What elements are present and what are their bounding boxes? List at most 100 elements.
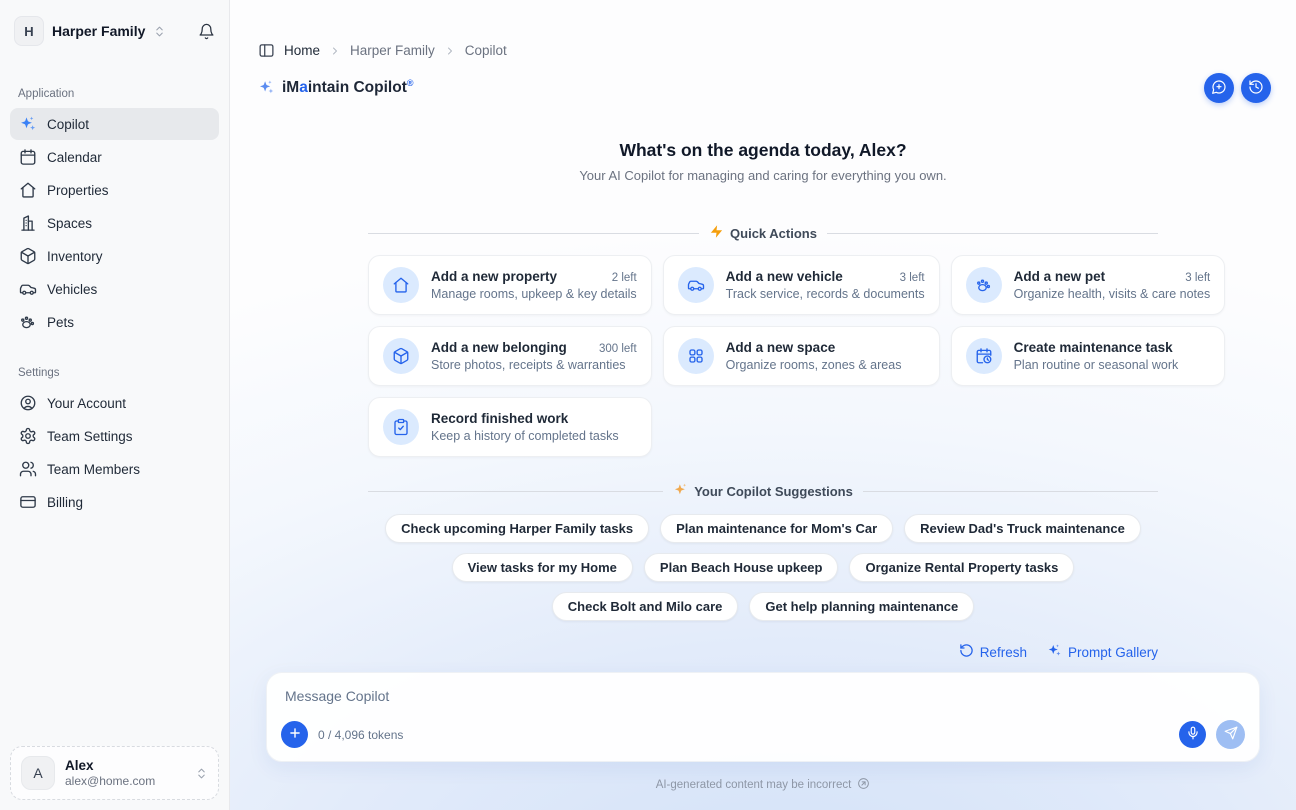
credit-card-icon (19, 493, 37, 511)
history-icon (1248, 79, 1264, 98)
suggestion-pills: Check upcoming Harper Family tasks Plan … (368, 514, 1158, 621)
workspace-switcher[interactable]: H Harper Family (10, 14, 219, 48)
car-icon (19, 280, 37, 298)
card-title: Add a new vehicle (726, 269, 843, 284)
suggestion-pill[interactable]: View tasks for my Home (452, 553, 633, 582)
users-icon (19, 460, 37, 478)
card-add-space[interactable]: Add a new space Organize rooms, zones & … (663, 326, 940, 386)
title-part: intain Copilot (308, 80, 407, 97)
sidebar-item-calendar[interactable]: Calendar (10, 141, 219, 173)
calendar-clock-icon (966, 338, 1002, 374)
user-circle-icon (19, 394, 37, 412)
history-button[interactable] (1241, 73, 1271, 103)
sidebar-item-pets[interactable]: Pets (10, 306, 219, 338)
building-icon (19, 214, 37, 232)
card-subtitle: Track service, records & documents (726, 287, 925, 301)
disclaimer-text: AI-generated content may be incorrect (656, 779, 852, 791)
arrow-up-right-circle-icon[interactable] (857, 777, 870, 793)
sidebar-item-label: Spaces (47, 216, 92, 231)
bell-icon[interactable] (198, 23, 215, 40)
send-button[interactable] (1216, 720, 1245, 749)
breadcrumb-current: Copilot (465, 43, 507, 58)
card-subtitle: Organize health, visits & care notes (1014, 287, 1211, 301)
home-icon (19, 181, 37, 199)
sidebar-item-copilot[interactable]: Copilot (10, 108, 219, 140)
quick-action-cards: Add a new property2 left Manage rooms, u… (368, 255, 1158, 457)
page-title: iMaintain Copilot® (258, 78, 414, 97)
card-title: Add a new pet (1014, 269, 1106, 284)
card-subtitle: Keep a history of completed tasks (431, 429, 637, 443)
car-icon (678, 267, 714, 303)
sidebar-nav: Application Copilot Calendar Properties … (10, 78, 219, 519)
refresh-button[interactable]: Refresh (959, 643, 1027, 661)
paw-icon (19, 313, 37, 331)
card-add-pet[interactable]: Add a new pet 3 left Organize health, vis… (951, 255, 1226, 315)
card-title: Add a new belonging (431, 340, 567, 355)
suggestion-pill[interactable]: Review Dad's Truck maintenance (904, 514, 1141, 543)
breadcrumb-workspace[interactable]: Harper Family (350, 43, 435, 58)
user-avatar: A (21, 756, 55, 790)
card-add-property[interactable]: Add a new property2 left Manage rooms, u… (368, 255, 652, 315)
card-add-belonging[interactable]: Add a new belonging300 left Store photos… (368, 326, 652, 386)
sidebar-item-team-members[interactable]: Team Members (10, 453, 219, 485)
mic-button[interactable] (1179, 721, 1206, 748)
quick-actions-title: Quick Actions (730, 226, 817, 241)
card-title: Create maintenance task (1014, 340, 1173, 355)
suggestion-pill[interactable]: Plan maintenance for Mom's Car (660, 514, 893, 543)
sidebar-item-properties[interactable]: Properties (10, 174, 219, 206)
sidebar-item-your-account[interactable]: Your Account (10, 387, 219, 419)
sidebar-item-label: Calendar (47, 150, 102, 165)
sidebar-item-team-settings[interactable]: Team Settings (10, 420, 219, 452)
card-create-maintenance-task[interactable]: Create maintenance task Plan routine or … (951, 326, 1226, 386)
mic-icon (1186, 726, 1200, 743)
sidebar-item-vehicles[interactable]: Vehicles (10, 273, 219, 305)
sidebar-item-spaces[interactable]: Spaces (10, 207, 219, 239)
refresh-icon (959, 643, 974, 661)
refresh-label: Refresh (980, 645, 1027, 660)
package-icon (19, 247, 37, 265)
sidebar-item-label: Vehicles (47, 282, 97, 297)
section-label-application: Application (18, 88, 211, 100)
sidebar-item-label: Copilot (47, 117, 89, 132)
clipboard-check-icon (383, 409, 419, 445)
card-record-finished-work[interactable]: Record finished work Keep a history of c… (368, 397, 652, 457)
quota-badge: 3 left (892, 272, 925, 284)
new-chat-button[interactable] (1204, 73, 1234, 103)
suggestion-pill[interactable]: Plan Beach House upkeep (644, 553, 839, 582)
registered-mark: ® (407, 78, 414, 88)
message-composer: 0 / 4,096 tokens (266, 672, 1260, 762)
suggestion-pill[interactable]: Organize Rental Property tasks (849, 553, 1074, 582)
chevrons-up-down-icon (195, 767, 208, 780)
sidebar-item-label: Pets (47, 315, 74, 330)
user-name: Alex (65, 758, 155, 773)
attach-button[interactable] (281, 721, 308, 748)
plus-icon (288, 726, 302, 743)
sidebar-item-label: Your Account (47, 396, 126, 411)
breadcrumb-home[interactable]: Home (284, 43, 320, 58)
suggestion-pill[interactable]: Get help planning maintenance (749, 592, 974, 621)
breadcrumb: Home Harper Family Copilot (258, 42, 1296, 59)
suggestion-pill[interactable]: Check upcoming Harper Family tasks (385, 514, 649, 543)
sidebar-item-billing[interactable]: Billing (10, 486, 219, 518)
quota-badge: 3 left (1177, 272, 1210, 284)
main-content: Home Harper Family Copilot iMaintain Cop… (230, 0, 1296, 810)
card-title: Record finished work (431, 411, 568, 426)
chevron-right-icon (444, 45, 456, 57)
message-input[interactable] (267, 673, 1259, 720)
quota-badge: 2 left (604, 272, 637, 284)
sidebar: H Harper Family Application Copilot Cale… (0, 0, 230, 810)
sidebar-item-inventory[interactable]: Inventory (10, 240, 219, 272)
suggestion-pill[interactable]: Check Bolt and Milo care (552, 592, 739, 621)
prompt-gallery-button[interactable]: Prompt Gallery (1047, 643, 1158, 661)
card-subtitle: Manage rooms, upkeep & key details (431, 287, 637, 301)
suggestions-divider: Your Copilot Suggestions (368, 482, 1158, 500)
sparkles-icon (1047, 643, 1062, 661)
sparkle-icon (673, 482, 688, 500)
sidebar-item-label: Inventory (47, 249, 103, 264)
card-subtitle: Store photos, receipts & warranties (431, 358, 637, 372)
chevron-right-icon (329, 45, 341, 57)
user-menu[interactable]: A Alex alex@home.com (10, 746, 219, 800)
sidebar-toggle-icon[interactable] (258, 42, 275, 59)
card-add-vehicle[interactable]: Add a new vehicle 3 left Track service, r… (663, 255, 940, 315)
sidebar-item-label: Billing (47, 495, 83, 510)
